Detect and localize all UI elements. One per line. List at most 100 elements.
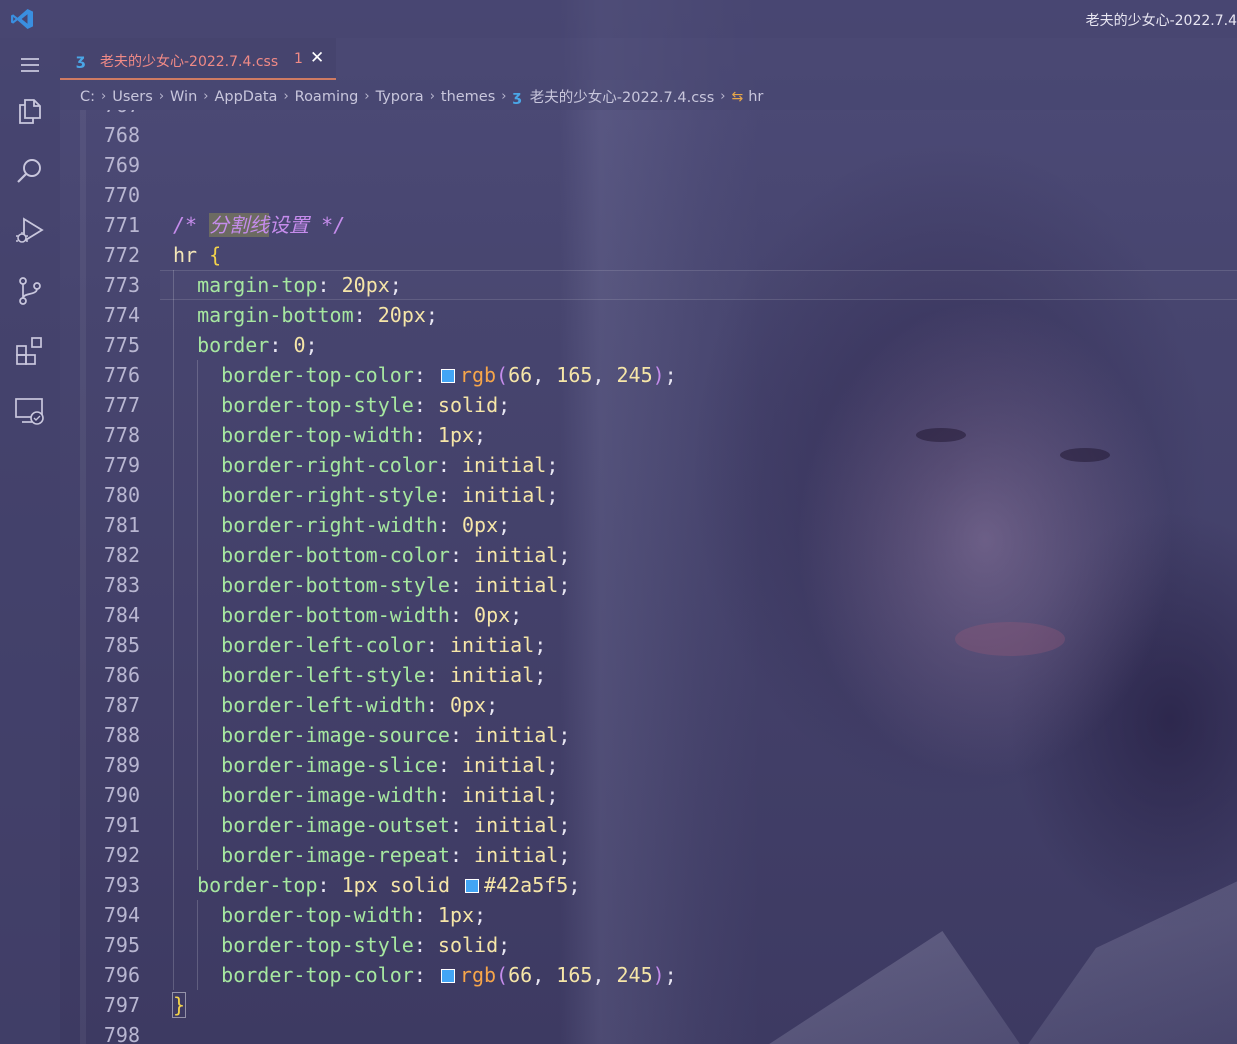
code-token: solid (437, 393, 499, 417)
code-token: 0px (449, 693, 487, 717)
code-token: initial (474, 843, 559, 867)
code-text: border-top-color: rgb(66, 165, 245); (173, 960, 677, 990)
code-line[interactable]: 768 (60, 120, 1237, 150)
code-line[interactable]: 785 border-left-color: initial; (60, 630, 1237, 660)
code-line[interactable]: 787 border-left-width: 0px; (60, 690, 1237, 720)
breadcrumb-item[interactable]: Win (170, 89, 197, 105)
line-number: 780 (103, 483, 140, 507)
line-number: 798 (103, 1023, 140, 1044)
color-swatch[interactable] (440, 969, 455, 983)
run-debug-icon[interactable] (13, 214, 47, 248)
line-number: 793 (103, 873, 140, 897)
explorer-icon[interactable] (13, 94, 47, 128)
code-line[interactable]: 781 border-right-width: 0px; (60, 510, 1237, 540)
breadcrumb-separator: › (283, 89, 289, 104)
color-swatch[interactable] (465, 879, 480, 893)
indent-guide (197, 360, 199, 390)
code-line[interactable]: 773 margin-top: 20px; (60, 270, 1237, 300)
code-line[interactable]: 791 border-image-outset: initial; (60, 810, 1237, 840)
code-line[interactable]: 776 border-top-color: rgb(66, 165, 245); (60, 360, 1237, 390)
code-text: border-bottom-color: initial; (173, 540, 570, 570)
code-line[interactable]: 775 border: 0; (60, 330, 1237, 360)
breadcrumb-item[interactable]: Typora (376, 89, 424, 105)
indent-guide (173, 540, 174, 570)
code-token: border (197, 333, 270, 357)
line-number: 776 (103, 363, 140, 387)
code-token: 0 (293, 333, 306, 357)
code-editor[interactable]: 767768769770771/* 分割线设置 */772hr {773 mar… (60, 110, 1237, 1044)
code-line[interactable]: 796 border-top-color: rgb(66, 165, 245); (60, 960, 1237, 990)
editor-tab[interactable]: ʒ 老夫的少女心-2022.7.4.css 1 ✕ (60, 38, 336, 80)
breadcrumb-item[interactable]: themes (441, 89, 495, 105)
code-line[interactable]: 769 (60, 150, 1237, 180)
code-line[interactable]: 767 (60, 110, 1237, 120)
code-line[interactable]: 770 (60, 180, 1237, 210)
code-token: initial (462, 453, 547, 477)
code-line[interactable]: 783 border-bottom-style: initial; (60, 570, 1237, 600)
code-line[interactable]: 792 border-image-repeat: initial; (60, 840, 1237, 870)
code-line[interactable]: 797} (60, 990, 1237, 1020)
breadcrumb-file[interactable]: 老夫的少女心-2022.7.4.css (530, 86, 715, 107)
line-number: 775 (103, 333, 140, 357)
code-line[interactable]: 771 /* 分割线设置 */ (60, 210, 1237, 240)
line-number: 768 (103, 123, 140, 147)
remote-explorer-icon[interactable] (13, 394, 47, 428)
code-line[interactable]: 779 border-right-color: initial; (60, 450, 1237, 480)
line-number: 794 (103, 903, 140, 927)
code-line[interactable]: 795 border-top-style: solid; (60, 930, 1237, 960)
vscode-logo-icon[interactable] (10, 8, 34, 30)
code-text: border-bottom-style: initial; (173, 570, 570, 600)
code-line[interactable]: 774 margin-bottom: 20px; (60, 300, 1237, 330)
line-number: 773 (103, 273, 140, 297)
code-line[interactable]: 793 border-top: 1px solid #42a5f5; (60, 870, 1237, 900)
breadcrumb-item[interactable]: Users (112, 89, 153, 105)
code-token: border-right-style (221, 483, 438, 507)
code-line[interactable]: 789 border-image-slice: initial; (60, 750, 1237, 780)
code-line[interactable]: 788 border-image-source: initial; (60, 720, 1237, 750)
code-line[interactable]: 782 border-bottom-color: initial; (60, 540, 1237, 570)
tab-strip: ʒ 老夫的少女心-2022.7.4.css 1 ✕ (60, 38, 1237, 80)
code-line[interactable]: 777 border-top-style: solid; (60, 390, 1237, 420)
code-token: border-top (197, 873, 318, 897)
breadcrumb-item[interactable]: AppData (214, 89, 277, 105)
indent-guide (197, 750, 199, 780)
menu-icon[interactable] (13, 48, 47, 82)
indent-guide (173, 360, 174, 390)
problems-badge: 1 (294, 51, 303, 67)
code-text: border-left-style: initial; (173, 660, 546, 690)
breadcrumb-item[interactable]: C: (80, 89, 95, 105)
breadcrumb-symbol[interactable]: hr (748, 89, 763, 105)
code-text: border-image-source: initial; (173, 720, 570, 750)
indent-guide (173, 570, 174, 600)
breadcrumb-separator: › (720, 89, 726, 104)
code-token: ; (486, 693, 499, 717)
close-icon[interactable]: ✕ (310, 48, 324, 68)
code-line[interactable]: 798 (60, 1020, 1237, 1044)
code-text: border-image-repeat: initial; (173, 840, 570, 870)
extensions-icon[interactable] (13, 334, 47, 368)
indent-guide (197, 600, 199, 630)
line-number: 790 (103, 783, 140, 807)
code-text: border-right-color: initial; (173, 450, 558, 480)
code-line[interactable]: 778 border-top-width: 1px; (60, 420, 1237, 450)
code-token: : (413, 393, 438, 417)
code-line[interactable]: 780 border-right-style: initial; (60, 480, 1237, 510)
search-icon[interactable] (13, 154, 47, 188)
code-line[interactable]: 784 border-bottom-width: 0px; (60, 600, 1237, 630)
indent-guide (197, 900, 199, 930)
code-text: margin-top: 20px; (173, 270, 402, 300)
code-line[interactable]: 772 hr { (60, 240, 1237, 270)
code-line[interactable]: 790 border-image-width: initial; (60, 780, 1237, 810)
code-token: : (413, 363, 438, 387)
code-token: ; (546, 483, 559, 507)
indent-guide (173, 630, 174, 660)
indent-guide (173, 300, 174, 330)
code-line[interactable]: 794 border-top-width: 1px; (60, 900, 1237, 930)
breadcrumb-item[interactable]: Roaming (295, 89, 359, 105)
code-line[interactable]: 786 border-left-style: initial; (60, 660, 1237, 690)
source-control-icon[interactable] (13, 274, 47, 308)
color-swatch[interactable] (440, 369, 455, 383)
code-token: { (209, 243, 222, 267)
code-text: border-top-width: 1px; (173, 900, 486, 930)
code-token: border-left-color (221, 633, 426, 657)
